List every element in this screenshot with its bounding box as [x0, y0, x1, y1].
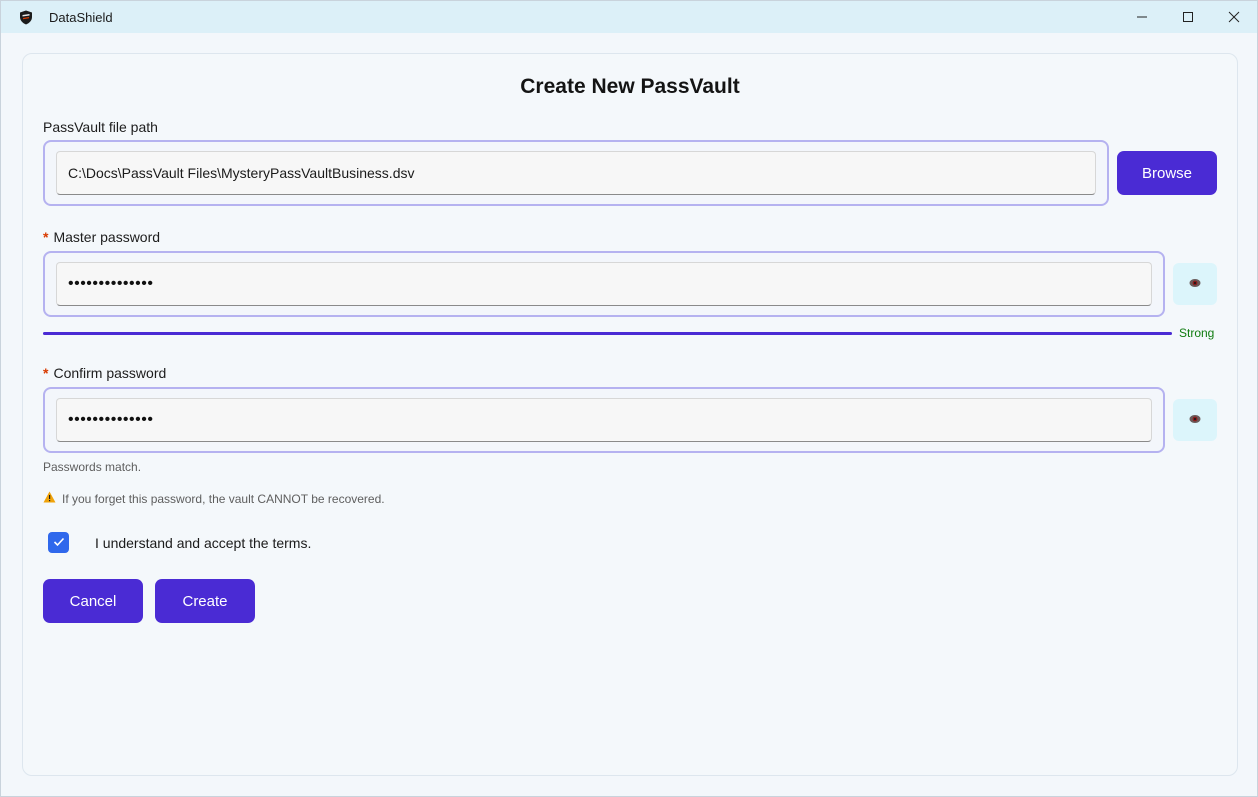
master-password-input[interactable]: ••••••••••••••: [56, 262, 1152, 306]
confirm-password-field-frame: ••••••••••••••: [43, 387, 1165, 453]
checkmark-icon: [53, 534, 65, 552]
cancel-button[interactable]: Cancel: [43, 579, 143, 623]
shield-icon: [19, 10, 33, 25]
master-password-field-frame: ••••••••••••••: [43, 251, 1165, 317]
password-strength-meter: [43, 332, 1172, 335]
file-path-field-frame: C:\Docs\PassVault Files\MysteryPassVault…: [43, 140, 1109, 206]
confirm-password-label: * Confirm password: [43, 365, 166, 381]
required-marker: *: [43, 229, 49, 245]
master-password-label: * Master password: [43, 229, 160, 245]
file-path-input[interactable]: C:\Docs\PassVault Files\MysteryPassVault…: [56, 151, 1096, 195]
close-button[interactable]: [1211, 1, 1257, 33]
accept-terms-checkbox[interactable]: [48, 532, 69, 553]
eye-icon: [1189, 411, 1201, 429]
eye-icon: [1189, 275, 1201, 293]
create-button[interactable]: Create: [155, 579, 255, 623]
maximize-icon: [1182, 11, 1194, 23]
title-bar[interactable]: DataShield: [1, 1, 1257, 33]
required-marker: *: [43, 365, 49, 381]
reveal-confirm-password-button[interactable]: [1173, 399, 1217, 441]
recovery-warning: If you forget this password, the vault C…: [43, 491, 385, 506]
window-title: DataShield: [49, 10, 113, 25]
master-password-label-text: Master password: [53, 229, 161, 245]
page-title: Create New PassVault: [520, 75, 740, 98]
password-match-text: Passwords match.: [43, 460, 142, 474]
confirm-password-label-text: Confirm password: [53, 365, 167, 381]
confirm-password-value: ••••••••••••••: [68, 411, 154, 428]
warning-text: If you forget this password, the vault C…: [62, 491, 385, 506]
master-password-value: ••••••••••••••: [68, 275, 154, 292]
accept-terms-label[interactable]: I understand and accept the terms.: [95, 535, 311, 551]
maximize-button[interactable]: [1165, 1, 1211, 33]
minimize-button[interactable]: [1119, 1, 1165, 33]
password-strength-fill: [43, 332, 1172, 335]
minimize-icon: [1136, 11, 1148, 23]
password-strength-label: Strong: [1179, 326, 1215, 340]
reveal-master-password-button[interactable]: [1173, 263, 1217, 305]
file-path-label: PassVault file path: [43, 119, 158, 135]
close-icon: [1228, 11, 1240, 23]
browse-button[interactable]: Browse: [1117, 151, 1217, 195]
confirm-password-input[interactable]: ••••••••••••••: [56, 398, 1152, 442]
warning-icon: [43, 491, 62, 506]
app-window: DataShield Create New PassVault PassVaul…: [0, 0, 1258, 797]
